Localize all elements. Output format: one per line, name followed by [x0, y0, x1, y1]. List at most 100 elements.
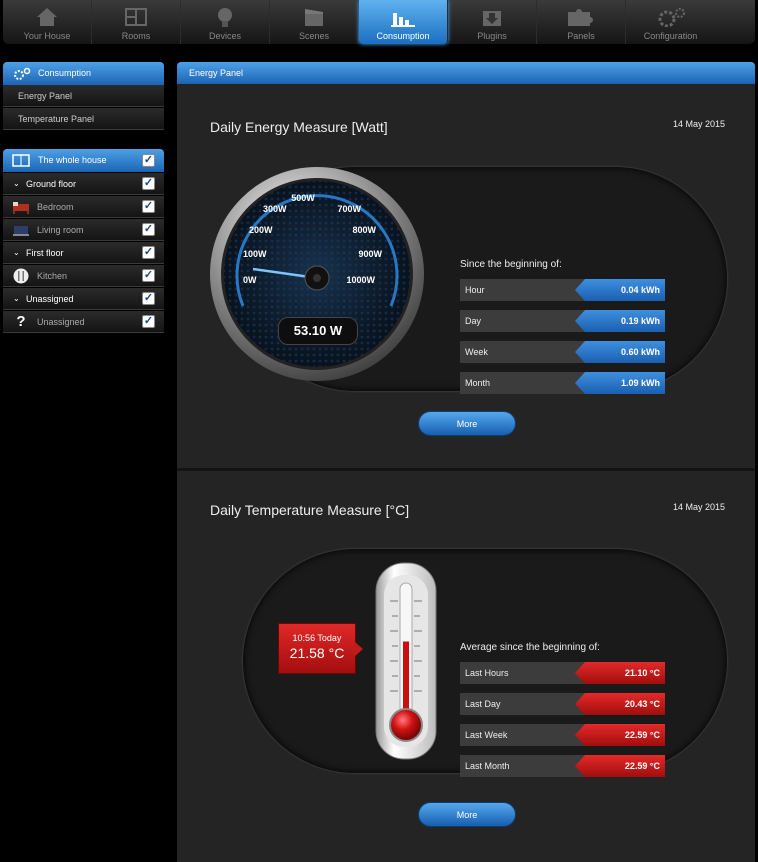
- tab-label: Rooms: [121, 31, 151, 41]
- sidebar-room-living-room[interactable]: Living room ✓: [3, 219, 164, 241]
- temperature-row-value: 22.59 °C: [575, 755, 665, 777]
- rooms-icon: [125, 8, 147, 26]
- house-plan-icon: [12, 154, 30, 167]
- plugin-download-icon: [483, 11, 501, 26]
- main-header-title: Energy Panel: [189, 68, 244, 78]
- tab-devices[interactable]: Devices: [181, 0, 270, 44]
- current-temperature-time: 10:56 Today: [292, 633, 342, 643]
- mercury-column: [403, 641, 409, 713]
- energy-section: Daily Energy Measure [Watt] 14 May 2015: [177, 84, 755, 468]
- sidebar-item-energy-panel[interactable]: Energy Panel: [3, 85, 164, 107]
- tab-configuration[interactable]: Configuration: [626, 0, 715, 44]
- current-temperature-value: 21.58 °C: [289, 645, 345, 661]
- tab-scenes[interactable]: Scenes: [270, 0, 359, 44]
- power-gauge: 0W 100W 200W 300W 500W 700W 800W 900W 1000W: [210, 167, 424, 381]
- sidebar-item-temperature-panel[interactable]: Temperature Panel: [3, 108, 164, 130]
- sidebar-room-kitchen[interactable]: Kitchen ✓: [3, 265, 164, 287]
- chevron-down-icon: ⌄: [13, 294, 20, 303]
- tab-plugins[interactable]: Plugins: [448, 0, 537, 44]
- tab-your-house[interactable]: Your House: [3, 0, 92, 44]
- tab-label: Panels: [567, 31, 595, 41]
- sidebar-item-label: Temperature Panel: [18, 114, 95, 124]
- gauge-tick-label: 900W: [358, 249, 382, 259]
- energy-row-value: 0.19 kWh: [575, 310, 665, 332]
- sidebar-group-label: Unassigned: [26, 294, 74, 304]
- temperature-title: Daily Temperature Measure [°C]: [210, 502, 410, 518]
- sidebar-room-label: Living room: [37, 225, 84, 235]
- kitchen-checkbox[interactable]: ✓: [142, 269, 155, 282]
- energy-date: 14 May 2015: [672, 119, 725, 129]
- puzzle-icon: [568, 9, 593, 26]
- gauge-tick-label: 500W: [291, 193, 315, 203]
- sidebar-group-unassigned[interactable]: ⌄ Unassigned ✓: [3, 288, 164, 310]
- top-navigation: Your House Rooms Devices Scenes Consumpt…: [3, 0, 755, 44]
- sidebar-group-label: Ground floor: [26, 179, 77, 189]
- sidebar-header-label: Consumption: [38, 68, 92, 78]
- main-header: Energy Panel: [177, 62, 755, 84]
- gauge-tick-label: 800W: [352, 225, 376, 235]
- tab-consumption[interactable]: Consumption: [359, 0, 448, 44]
- energy-row-value: 0.04 kWh: [575, 279, 665, 301]
- energy-row-label: Week: [465, 347, 488, 357]
- gauge-tick-label: 100W: [243, 249, 267, 259]
- temperature-more-button[interactable]: More: [418, 802, 516, 827]
- energy-row-month: Month 1.09 kWh: [460, 372, 665, 394]
- tab-label: Your House: [23, 31, 71, 41]
- gauge-tick-label: 700W: [337, 204, 361, 214]
- energy-row-day: Day 0.19 kWh: [460, 310, 665, 332]
- sidebar-group-ground-floor[interactable]: ⌄ Ground floor ✓: [3, 173, 164, 195]
- tab-label: Devices: [208, 31, 241, 41]
- sidebar-house-header[interactable]: The whole house ✓: [3, 149, 164, 172]
- unassigned-group-checkbox[interactable]: ✓: [142, 292, 155, 305]
- chevron-down-icon: ⌄: [13, 179, 20, 188]
- sidebar-consumption-header[interactable]: Consumption: [3, 62, 164, 85]
- gauge-tick-label: 0W: [243, 275, 257, 285]
- temperature-row-last-hours: Last Hours 21.10 °C: [460, 662, 665, 684]
- ground-floor-checkbox[interactable]: ✓: [142, 177, 155, 190]
- temperature-row-label: Last Hours: [465, 668, 509, 678]
- unassigned-room-checkbox[interactable]: ✓: [142, 315, 155, 328]
- energy-row-week: Week 0.60 kWh: [460, 341, 665, 363]
- bedroom-checkbox[interactable]: ✓: [142, 200, 155, 213]
- temperature-row-label: Last Week: [465, 730, 508, 740]
- tab-label: Plugins: [477, 31, 507, 41]
- gauge-tick-label: 300W: [263, 204, 287, 214]
- tab-label: Scenes: [298, 31, 330, 41]
- temperature-subtitle: Average since the beginning of:: [460, 642, 600, 653]
- sofa-icon: [13, 226, 29, 236]
- sidebar-group-label: First floor: [26, 248, 64, 258]
- energy-row-label: Day: [465, 316, 482, 326]
- sidebar-group-first-floor[interactable]: ⌄ First floor ✓: [3, 242, 164, 264]
- gauge-tick-label: 1000W: [346, 275, 375, 285]
- clapper-icon: [305, 9, 323, 26]
- gears-icon: [14, 67, 31, 80]
- tab-panels[interactable]: Panels: [537, 0, 626, 44]
- bar-chart-icon: [391, 13, 415, 27]
- sidebar-room-unassigned[interactable]: ? Unassigned ✓: [3, 311, 164, 333]
- energy-row-label: Hour: [465, 285, 485, 295]
- temperature-row-last-day: Last Day 20.43 °C: [460, 693, 665, 715]
- energy-title: Daily Energy Measure [Watt]: [210, 119, 388, 135]
- sidebar-item-label: Energy Panel: [18, 91, 73, 101]
- temperature-row-label: Last Month: [465, 761, 510, 771]
- question-icon: ?: [16, 313, 26, 330]
- tab-rooms[interactable]: Rooms: [92, 0, 181, 44]
- thermometer: [375, 562, 437, 760]
- chevron-down-icon: ⌄: [13, 248, 20, 257]
- temperature-row-value: 21.10 °C: [575, 662, 665, 684]
- tab-label: Consumption: [376, 31, 430, 41]
- energy-row-value: 1.09 kWh: [575, 372, 665, 394]
- sidebar-room-bedroom[interactable]: Bedroom ✓: [3, 196, 164, 218]
- house-icon: [37, 8, 57, 26]
- temperature-row-last-week: Last Week 22.59 °C: [460, 724, 665, 746]
- whole-house-checkbox[interactable]: ✓: [142, 154, 155, 167]
- energy-row-hour: Hour 0.04 kWh: [460, 279, 665, 301]
- temperature-row-value: 22.59 °C: [575, 724, 665, 746]
- power-reading: 53.10 W: [278, 317, 358, 345]
- first-floor-checkbox[interactable]: ✓: [142, 246, 155, 259]
- energy-more-button[interactable]: More: [418, 411, 516, 436]
- current-temperature-box: 10:56 Today 21.58 °C: [278, 623, 363, 674]
- energy-row-label: Month: [465, 378, 491, 388]
- bed-icon: [13, 202, 29, 214]
- living-room-checkbox[interactable]: ✓: [142, 223, 155, 236]
